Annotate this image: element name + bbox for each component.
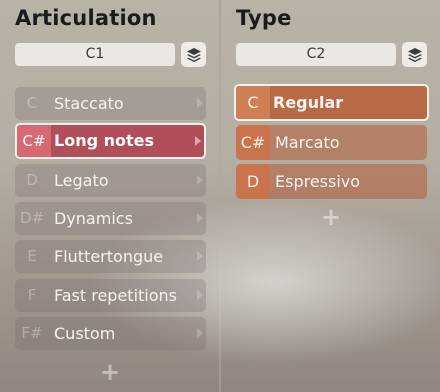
chevron-right-icon [197,328,203,338]
articulation-key-select[interactable]: C1 [15,43,175,66]
chevron-right-icon [197,98,203,108]
layers-icon [186,47,201,62]
type-layers-button[interactable] [402,42,427,67]
type-item-espressivo[interactable]: D Espressivo [236,164,427,199]
type-label: Regular [273,93,344,112]
articulation-item-staccato[interactable]: C Staccato [15,87,206,120]
note-label: C# [236,125,270,160]
chevron-right-icon [195,136,201,146]
type-item-marcato[interactable]: C# Marcato [236,125,427,160]
note-label: E [27,247,37,265]
articulation-panel: Articulation C1 C Staccato C# Long notes… [0,0,219,392]
chevron-right-icon [197,175,203,185]
note-label: F# [21,324,43,342]
articulation-label: Staccato [54,94,124,113]
articulation-layers-button[interactable] [181,42,206,67]
chevron-right-icon [197,290,203,300]
articulation-item-legato[interactable]: D Legato [15,164,206,197]
layers-icon [407,47,422,62]
type-title: Type [236,6,292,30]
plus-icon: + [321,203,342,231]
articulation-item-custom[interactable]: F# Custom [15,317,206,350]
articulation-item-fast-repetitions[interactable]: F Fast repetitions [15,279,206,312]
note-label: C# [17,125,51,157]
articulation-label: Custom [54,324,116,343]
note-label: D [26,171,38,189]
articulation-item-fluttertongue[interactable]: E Fluttertongue [15,240,206,273]
type-label: Espressivo [275,172,361,191]
type-item-regular[interactable]: C Regular [234,84,429,121]
articulation-label: Long notes [54,131,155,150]
note-label: F [27,286,37,304]
note-label: C [236,86,270,119]
note-label: D [236,164,270,199]
type-key-select[interactable]: C2 [236,43,396,66]
note-label: D# [19,209,45,227]
type-panel: Type C2 C Regular C# Marcato D Espressiv… [221,0,440,392]
articulation-item-dynamics[interactable]: D# Dynamics [15,202,206,235]
add-articulation-button[interactable]: + [100,360,120,384]
chevron-right-icon [197,251,203,261]
note-label: C [26,94,38,112]
plus-icon: + [100,358,121,386]
type-label: Marcato [275,133,340,152]
articulation-label: Fluttertongue [54,247,164,266]
articulation-title: Articulation [15,6,157,30]
chevron-right-icon [197,213,203,223]
add-type-button[interactable]: + [321,205,341,229]
articulation-item-long-notes[interactable]: C# Long notes [15,123,206,159]
articulation-label: Legato [54,171,109,190]
articulation-label: Fast repetitions [54,286,178,305]
articulation-label: Dynamics [54,209,133,228]
